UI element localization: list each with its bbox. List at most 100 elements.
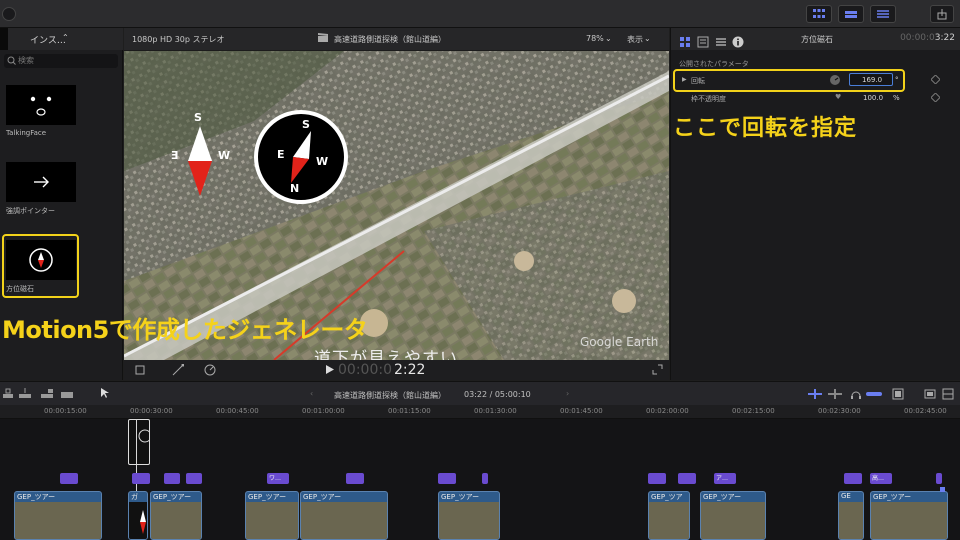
timeline-toggle-button[interactable] [838,5,864,23]
keyframe-diamond-icon[interactable] [930,92,941,104]
clip-appearance-icon[interactable] [892,388,904,402]
headphones-icon[interactable] [850,388,862,402]
title-clip[interactable] [164,473,180,484]
compass-small-e-label: E [171,149,179,162]
crop-icon[interactable] [134,364,146,378]
title-clip[interactable] [936,473,942,484]
info-icon[interactable] [732,33,744,52]
connect-clip-icon[interactable] [2,388,16,402]
title-clip[interactable] [678,473,696,484]
ruler-label: 00:02:00:00 [646,407,689,415]
ruler-label: 00:01:15:00 [388,407,431,415]
param-name: 枠不透明度 [691,95,726,103]
library-badge-icon[interactable] [2,7,16,21]
timeline[interactable]: ワ… ア… 高… GEP_ツアー ガ GEP_ツアー GEP_ツアー GEP_ツ… [0,419,960,540]
title-clip[interactable] [186,473,202,484]
snapping-icon[interactable] [866,389,882,401]
transform-icon[interactable] [172,363,185,378]
title-clip[interactable] [482,473,488,484]
view-menu[interactable]: 表示 [627,34,643,45]
video-clip[interactable]: GEP_ツアー [870,491,948,540]
generator-talkingface[interactable]: TalkingFace [6,85,76,137]
video-clip[interactable]: GEP_ツアー [14,491,102,540]
inspector-header: 方位磁石 00:00:03:22 [671,28,960,50]
compass-generator-clip[interactable] [128,419,152,465]
audio-skimming-icon[interactable] [828,389,842,401]
inspector-timecode: 00:00:03:22 [900,33,955,43]
title-clip[interactable]: 高… [870,473,892,484]
timeline-toolbar: ‹ 高速道路側道探検（館山道編） 03:22 / 05:00:10 › [0,381,960,405]
inspector-toggle-button[interactable] [870,5,896,23]
share-button[interactable] [930,5,954,23]
video-clip[interactable]: GEP_ツアー [438,491,500,540]
ruler-label: 00:00:15:00 [44,407,87,415]
clip-label: GEP_ツアー [703,493,742,501]
compass-graphic [254,110,348,204]
search-input[interactable]: 検索 [4,54,118,68]
title-clip[interactable] [132,473,150,484]
zoom-menu[interactable]: 78% [586,34,604,43]
clip-thumbnail [871,502,947,539]
browser-title[interactable]: インス… [30,33,66,46]
viewer-footer: 00:00:0 2:22 [124,360,669,380]
compass-big-w-label: W [316,155,329,168]
video-clip[interactable]: GEP_ツアー [700,491,766,540]
generator-inspector-tab-icon[interactable] [679,33,691,52]
video-clip[interactable]: GEP_ツアー [245,491,299,540]
title-clip[interactable] [844,473,862,484]
clip-label: GEP_ツアー [17,493,56,501]
clip-label: GEP_ツアー [248,493,287,501]
clip-thumbnail [301,502,387,539]
fullscreen-icon[interactable] [652,364,663,377]
skimming-icon[interactable] [808,389,822,401]
generator-label: TalkingFace [6,129,47,137]
highlight-box-generator [2,234,79,298]
chevron-down-icon[interactable]: ⌄ [605,34,612,43]
video-clip[interactable]: GEP_ツアー [150,491,202,540]
annotation-rotation: ここで回転を指定 [673,116,858,141]
append-clip-icon[interactable] [40,388,54,402]
video-clip[interactable]: GEP_ツアー [648,491,690,540]
opacity-slider-heart-icon[interactable]: ♥ [835,93,841,101]
text-inspector-tab-icon[interactable] [697,33,709,52]
clip-thumbnail [15,502,101,539]
forward-arrow-icon[interactable]: › [566,389,569,398]
param-value[interactable]: 100.0 [863,94,883,102]
timeline-ruler[interactable]: 00:00:15:00 00:00:30:00 00:00:45:00 00:0… [0,405,960,419]
annotation-motion5: Motion5で作成したジェネレータ [2,316,368,344]
generator-pointer[interactable]: 強調ポインター [6,162,76,216]
clip-label: ガ [131,493,138,501]
back-arrow-icon[interactable]: ‹ [310,389,313,398]
video-clip[interactable]: GEP_ツアー [300,491,388,540]
title-clip[interactable] [60,473,78,484]
timeline-index-icon[interactable] [924,388,936,402]
timeline-timecode: 03:22 / 05:00:10 [464,390,531,399]
effects-browser-icon[interactable] [942,388,954,402]
select-tool-icon[interactable] [100,387,110,401]
browser-toggle-button[interactable] [806,5,832,23]
overwrite-clip-icon[interactable] [60,388,74,402]
sidebar-toggle[interactable] [0,28,8,50]
title-clip[interactable] [438,473,456,484]
param-row-opacity: 枠不透明度 ♥ 100.0 % [675,90,955,106]
list-inspector-tab-icon[interactable] [715,33,727,52]
clip-thumbnail [129,502,147,539]
title-clip[interactable] [346,473,364,484]
chevron-down-icon[interactable]: ⌄ [644,34,651,43]
ruler-label: 00:00:45:00 [216,407,259,415]
title-clip[interactable]: ア… [714,473,736,484]
clip-thumbnail [701,502,765,539]
compass-big-s-label: S [302,118,310,131]
insert-clip-icon[interactable] [18,388,32,402]
ruler-label: 00:02:30:00 [818,407,861,415]
clip-thumbnail [246,502,298,539]
keyframe-diamond-icon[interactable] [930,74,941,86]
chevron-updown-icon[interactable]: ⌃ [62,33,69,42]
title-clip[interactable] [648,473,666,484]
video-clip[interactable]: GE [838,491,864,540]
speed-icon[interactable] [204,364,216,378]
play-button[interactable] [326,365,334,376]
clip-marker[interactable] [940,487,945,492]
title-clip[interactable]: ワ… [267,473,289,484]
video-clip[interactable]: ガ [128,491,148,540]
